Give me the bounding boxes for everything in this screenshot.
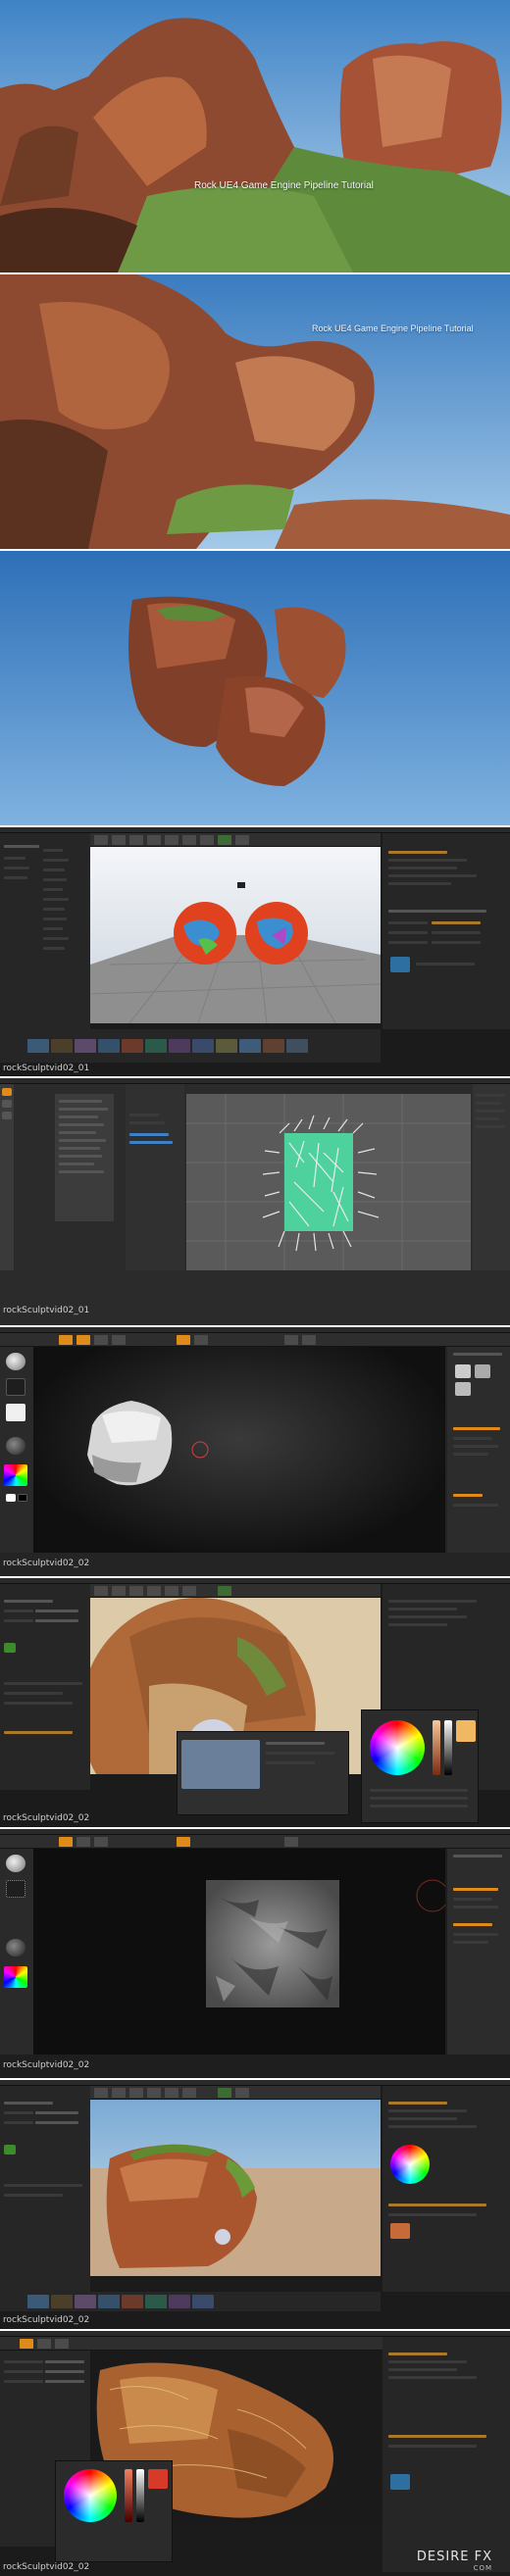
3d-viewport[interactable] (186, 1094, 471, 1270)
color-wheel-icon[interactable] (370, 1720, 425, 1775)
sculpt-mesh (87, 1401, 209, 1486)
outliner (126, 1084, 184, 1270)
color-swatch (148, 2469, 168, 2489)
color-picker (55, 2460, 173, 2562)
brush-icon[interactable] (2, 1088, 12, 1096)
content-browser (0, 2292, 381, 2311)
video-caption: rockSculptvid02_02 (3, 1813, 90, 1823)
editor-panel-zbrush-sculpt: rockSculptvid02_02 (0, 1327, 510, 1576)
toolbar (90, 1584, 381, 1598)
play-icon[interactable] (218, 1586, 231, 1596)
fiber-mesh (186, 1094, 471, 1270)
blueprints-button[interactable] (182, 835, 196, 845)
render-scene-3 (0, 551, 510, 825)
content-browser (0, 1029, 381, 1063)
watermark-subtext: COM (473, 2564, 492, 2572)
launch-button[interactable] (235, 835, 249, 845)
build-button[interactable] (200, 835, 214, 845)
zbrush-canvas[interactable] (33, 1347, 445, 1553)
render-panel-2: Rock UE4 Game Engine Pipeline Tutorial (0, 274, 510, 549)
video-caption: rockSculptvid02_02 (3, 2315, 90, 2325)
material-sphere-icon[interactable] (390, 957, 410, 972)
color-wheel-icon[interactable] (390, 2145, 430, 2184)
menu-bar[interactable] (0, 1078, 510, 1084)
editor-panel-ue4-sphere: rockSculptvid02_02 (0, 1578, 510, 1827)
material-sphere-icon[interactable] (6, 1939, 26, 1957)
paint-toolbar (0, 2337, 382, 2351)
details-panel (382, 833, 510, 1029)
render-panel-3 (0, 551, 510, 825)
brush-shelf (0, 1849, 33, 2055)
render-title: Rock UE4 Game Engine Pipeline Tutorial (312, 323, 474, 333)
stroke-icon[interactable] (6, 1880, 26, 1898)
watermark-text: DESIRE FX (416, 2550, 492, 2564)
layers-panel (382, 2337, 510, 2572)
play-icon[interactable] (218, 835, 231, 845)
color-wheel-icon[interactable] (64, 2469, 117, 2522)
alpha-icon[interactable] (6, 1404, 26, 1421)
value-slider[interactable] (444, 1720, 452, 1775)
modes-panel (0, 2086, 90, 2292)
toolbar (90, 833, 381, 847)
source-control-button[interactable] (112, 835, 126, 845)
material-sphere-icon[interactable] (6, 1437, 26, 1455)
stroke-icon[interactable] (6, 1378, 26, 1396)
material-sphere-icon[interactable] (390, 2223, 410, 2239)
level-viewport[interactable] (90, 2100, 381, 2276)
watermark: DESIRE FX COM (417, 2550, 492, 2572)
settings-button[interactable] (165, 835, 178, 845)
render-scene-2 (0, 274, 510, 549)
content-button[interactable] (129, 835, 143, 845)
tool-subpalette (447, 1849, 510, 2055)
video-caption: rockSculptvid02_02 (3, 1559, 90, 1568)
toolbar (90, 2086, 381, 2100)
render-scene-1 (0, 0, 510, 272)
color-swatch (456, 1720, 476, 1742)
marketplace-button[interactable] (147, 835, 161, 845)
video-caption: rockSculptvid02_01 (3, 1306, 90, 1315)
tool-subpalette (447, 1347, 510, 1553)
video-caption: rockSculptvid02_02 (3, 2562, 90, 2572)
zbrush-toolbar (0, 1333, 510, 1347)
alpha-texture (206, 1879, 445, 2007)
material-sphere-icon[interactable] (390, 2474, 410, 2490)
zbrush-canvas[interactable] (33, 1849, 445, 2055)
color-wheel-icon[interactable] (4, 1966, 27, 1988)
editor-panel-zbrush-alpha: rockSculptvid02_02 (0, 1829, 510, 2078)
saturation-slider[interactable] (433, 1720, 440, 1775)
video-caption: rockSculptvid02_01 (3, 1064, 90, 1073)
brush-icon[interactable] (6, 1855, 26, 1872)
modes-panel (0, 833, 90, 1029)
color-picker (361, 1709, 479, 1823)
editor-panel-ue4-rock: rockSculptvid02_02 (0, 2080, 510, 2329)
brush-icon[interactable] (6, 1353, 26, 1370)
viewport-scene (90, 847, 381, 1023)
video-caption: rockSculptvid02_02 (3, 2060, 90, 2070)
rock-scene (90, 2100, 381, 2276)
material-graph-popup (177, 1731, 349, 1815)
attribute-editor (473, 1084, 510, 1270)
value-slider[interactable] (136, 2469, 144, 2522)
render-title: Rock UE4 Game Engine Pipeline Tutorial (194, 180, 374, 191)
menu-dropdown[interactable] (55, 1094, 114, 1221)
tool-palette (0, 1084, 14, 1270)
render-panel-1: Rock UE4 Game Engine Pipeline Tutorial (0, 0, 510, 272)
material-details (0, 1584, 90, 1790)
brush-shelf (0, 1347, 33, 1553)
level-viewport[interactable] (90, 847, 381, 1023)
play-icon[interactable] (218, 2088, 231, 2098)
editor-panel-ue4-materials: rockSculptvid02_01 (0, 827, 510, 1076)
details-panel (382, 2086, 510, 2292)
color-wheel-icon[interactable] (4, 1464, 27, 1486)
brush-icon[interactable] (20, 2339, 33, 2349)
zbrush-toolbar (0, 1835, 510, 1849)
editor-panel-texture-paint: rockSculptvid02_02 DESIRE FX COM (0, 2331, 510, 2576)
save-button[interactable] (94, 835, 108, 845)
saturation-slider[interactable] (125, 2469, 132, 2522)
editor-panel-fibers: rockSculptvid02_01 (0, 1078, 510, 1325)
